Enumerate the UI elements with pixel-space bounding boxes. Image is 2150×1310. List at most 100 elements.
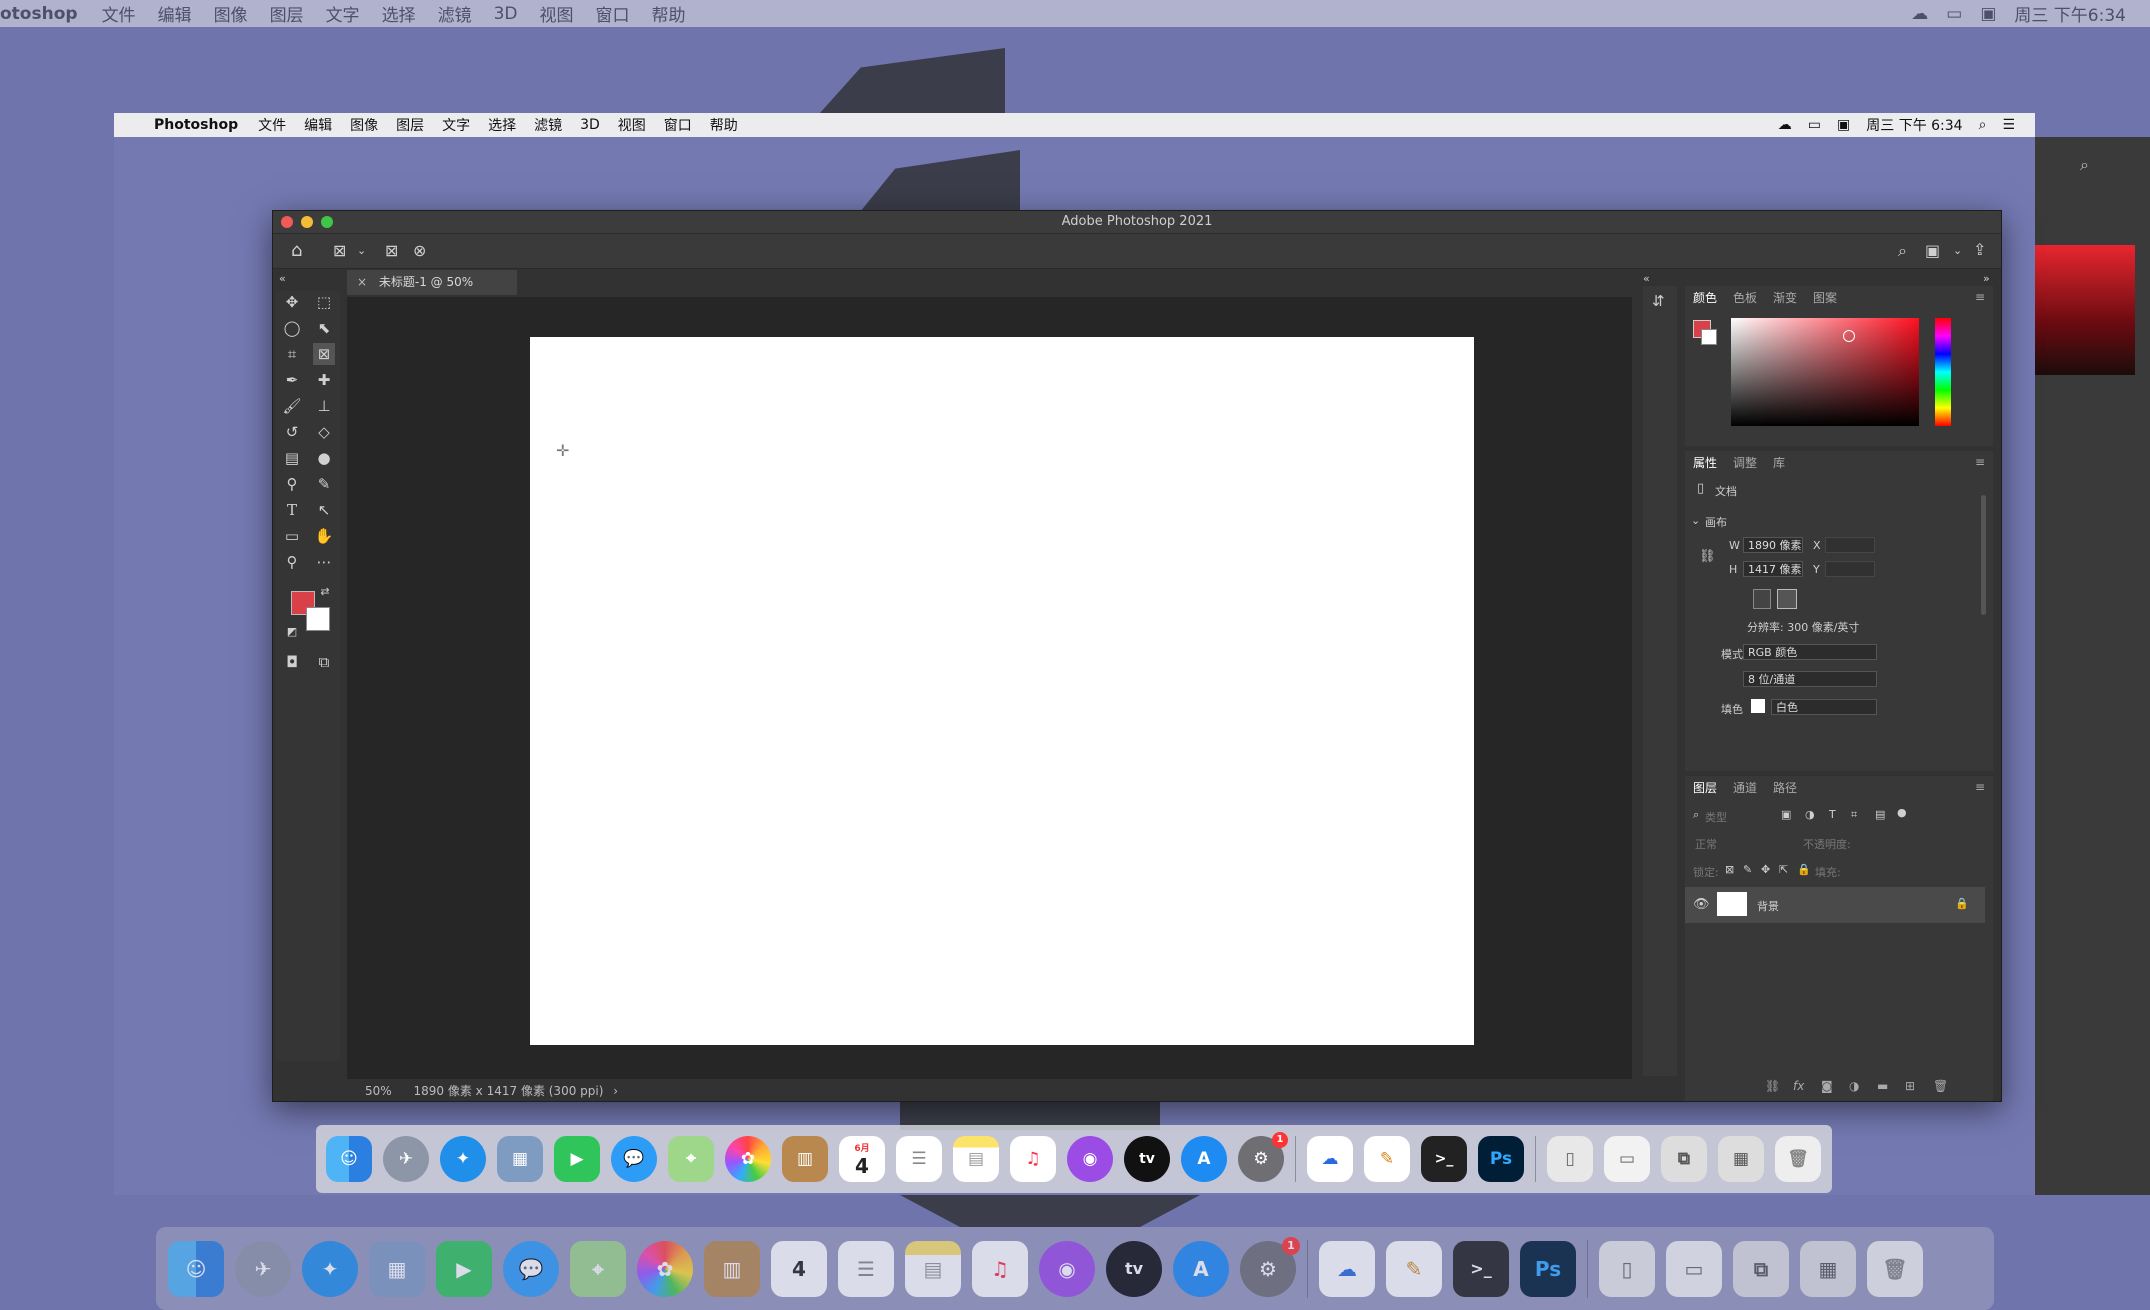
downloads-stack-icon[interactable]: ⧉	[1733, 1240, 1789, 1297]
calendar-icon[interactable]: 6月 4	[839, 1136, 885, 1182]
menu-type[interactable]: 文字	[442, 115, 470, 135]
add-mask-icon[interactable]: ◙	[1821, 1079, 1833, 1093]
safari-icon[interactable]: ✦	[440, 1136, 486, 1182]
photos-icon[interactable]: ✿	[637, 1240, 693, 1297]
inner-menubar-app[interactable]: Photoshop	[154, 117, 238, 133]
fill-color-swatch[interactable]	[1751, 699, 1765, 713]
rectangle-tool-icon[interactable]: ▭	[281, 525, 303, 547]
bit-depth-select[interactable]: 8 位/通道	[1743, 671, 1877, 687]
gradient-tool-icon[interactable]: ▤	[281, 447, 303, 469]
app-store-icon[interactable]: A	[1181, 1136, 1227, 1182]
app-store-icon[interactable]: A	[1173, 1240, 1229, 1297]
menu-edit[interactable]: 编辑	[304, 115, 332, 135]
link-layers-icon[interactable]: ⛓	[1765, 1079, 1780, 1093]
reminders-icon[interactable]: ☰	[896, 1136, 942, 1182]
hue-slider[interactable]	[1935, 318, 1951, 426]
panel-menu-icon[interactable]: ≡	[1975, 455, 1985, 469]
terminal-icon[interactable]: >_	[1453, 1240, 1509, 1297]
color-picker-marker[interactable]	[1843, 330, 1855, 342]
menu-window[interactable]: 窗口	[664, 115, 692, 135]
notes-icon[interactable]: ▤	[905, 1240, 961, 1297]
script-editor-icon[interactable]: ✎	[1364, 1136, 1410, 1182]
chevron-down-icon[interactable]: ⌄	[1953, 245, 1962, 256]
portrait-orientation-icon[interactable]	[1753, 589, 1771, 609]
close-window-button[interactable]	[281, 216, 293, 228]
menu-select[interactable]: 选择	[488, 115, 516, 135]
outer-menu-view[interactable]: 视图	[539, 1, 573, 26]
control-center-icon[interactable]: ☰	[2002, 117, 2015, 133]
healing-brush-tool-icon[interactable]: ✚	[313, 369, 335, 391]
chevron-right-icon[interactable]: ›	[613, 1084, 618, 1098]
zoom-window-button[interactable]	[321, 216, 333, 228]
outer-menu-filter[interactable]: 滤镜	[438, 1, 472, 26]
outer-menu-window[interactable]: 窗口	[595, 1, 629, 26]
rectangle-frame-icon[interactable]: ⊠	[385, 243, 398, 259]
cloud-sync-icon[interactable]: ☁	[1911, 4, 1928, 24]
maps-icon[interactable]: ⌖	[570, 1240, 626, 1297]
adjustment-layer-icon[interactable]: ◑	[1849, 1079, 1859, 1093]
display-icon[interactable]: ▭	[1808, 117, 1821, 133]
menu-3d[interactable]: 3D	[580, 117, 600, 133]
apple-tv-icon[interactable]: tv	[1124, 1136, 1170, 1182]
spotlight-search-icon[interactable]: ⌕	[1979, 117, 1987, 133]
outer-clock[interactable]: 周三 下午6:34	[2014, 1, 2126, 26]
terminal-icon[interactable]: >_	[1421, 1136, 1467, 1182]
color-mode-select[interactable]: RGB 颜色	[1743, 644, 1877, 660]
workspace-icon[interactable]: ▣	[1925, 243, 1940, 259]
history-panel-icon[interactable]: ⇵	[1652, 294, 1665, 309]
tab-swatches[interactable]: 色板	[1733, 289, 1757, 306]
blend-mode-select[interactable]: 正常	[1695, 836, 1717, 852]
cloud-drive-icon[interactable]: ☁	[1319, 1240, 1375, 1297]
layer-lock-icon[interactable]: 🔒	[1955, 897, 1969, 910]
filter-smart-object-icon[interactable]: ▤	[1875, 808, 1885, 821]
width-field[interactable]: 1890 像素	[1743, 537, 1803, 553]
photoshop-icon[interactable]: Ps	[1478, 1136, 1524, 1182]
more-tools-icon[interactable]: ⋯	[313, 551, 335, 573]
landscape-orientation-icon[interactable]	[1777, 589, 1797, 609]
chevron-down-icon[interactable]: ⌄	[1691, 514, 1700, 527]
collapse-toolbar-icon[interactable]: «	[279, 273, 286, 284]
quick-mask-icon[interactable]: ◘	[281, 651, 303, 673]
photoshop-icon[interactable]: Ps	[1520, 1240, 1576, 1297]
messages-icon[interactable]: 💬	[611, 1136, 657, 1182]
delete-layer-icon[interactable]: 🗑	[1933, 1079, 1948, 1093]
collapse-panels-right-icon[interactable]: »	[1983, 273, 1990, 284]
collapse-panels-icon[interactable]: «	[1643, 273, 1650, 284]
layer-name[interactable]: 背景	[1757, 898, 1779, 914]
maps-icon[interactable]: ⌖	[668, 1136, 714, 1182]
recent-files-stack-icon[interactable]: ▦	[1718, 1136, 1764, 1182]
facetime-icon[interactable]: ▶	[436, 1240, 492, 1297]
notes-icon[interactable]: ▤	[953, 1136, 999, 1182]
tab-paths[interactable]: 路径	[1773, 779, 1797, 796]
system-preferences-icon[interactable]: ⚙ 1	[1238, 1132, 1288, 1182]
new-group-icon[interactable]: ▬	[1877, 1079, 1888, 1093]
zoom-tool-icon[interactable]: ⚲	[281, 551, 303, 573]
outer-menu-3d[interactable]: 3D	[494, 4, 518, 24]
recent-files-stack-icon[interactable]: ▦	[1800, 1240, 1856, 1297]
menu-filter[interactable]: 滤镜	[534, 115, 562, 135]
canvas-area[interactable]: ✛	[347, 297, 1632, 1079]
layer-style-icon[interactable]: fx	[1793, 1079, 1804, 1093]
marquee-tool-icon[interactable]: ⬚	[313, 291, 335, 313]
layer-visibility-eye-icon[interactable]: 👁	[1693, 897, 1710, 912]
podcasts-icon[interactable]: ◉	[1067, 1136, 1113, 1182]
tab-adjustments[interactable]: 调整	[1733, 454, 1757, 471]
reminders-icon[interactable]: ☰	[838, 1240, 894, 1297]
podcasts-icon[interactable]: ◉	[1039, 1240, 1095, 1297]
filter-toggle-icon[interactable]: ●	[1897, 806, 1907, 819]
stamp-tool-icon[interactable]: ⊥	[313, 395, 335, 417]
dodge-tool-icon[interactable]: ⚲	[281, 473, 303, 495]
outer-menubar-app[interactable]: otoshop	[0, 4, 78, 24]
tab-channels[interactable]: 通道	[1733, 779, 1757, 796]
inner-clock[interactable]: 周三 下午 6:34	[1866, 115, 1962, 135]
screenshot-stack-icon[interactable]: ▭	[1604, 1136, 1650, 1182]
panel-menu-icon[interactable]: ≡	[1975, 780, 1985, 794]
input-method-icon[interactable]: ▣	[1837, 117, 1850, 133]
document-tab[interactable]: × 未标题-1 @ 50%(RGB/8)	[347, 270, 517, 314]
display-icon[interactable]: ▭	[1946, 4, 1962, 24]
layer-row[interactable]: 👁 背景 🔒	[1685, 887, 1985, 923]
close-tab-icon[interactable]: ×	[357, 275, 367, 289]
x-field[interactable]	[1825, 537, 1875, 553]
tab-color[interactable]: 颜色	[1693, 289, 1717, 306]
lock-all-icon[interactable]: 🔒	[1797, 863, 1811, 876]
